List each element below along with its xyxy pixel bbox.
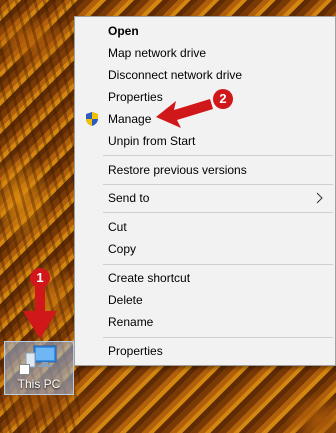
menu-item-label: Manage [108,112,152,126]
menu-item-label: Send to [108,191,150,205]
menu-item-manage[interactable]: Manage [75,108,335,130]
step-badge-1: 1 [30,268,50,288]
menu-item-label: Create shortcut [108,271,191,285]
menu-item-cut[interactable]: Cut [75,216,335,238]
desktop-icon-this-pc[interactable]: This PC [4,341,74,395]
menu-item-label: Disconnect network drive [108,68,243,82]
menu-item-unpin-from-start[interactable]: Unpin from Start [75,130,335,152]
menu-separator [103,264,333,265]
menu-item-create-shortcut[interactable]: Create shortcut [75,267,335,289]
step-badge-2: 2 [213,89,233,109]
menu-item-label: Map network drive [108,46,207,60]
menu-item-restore-previous-versions[interactable]: Restore previous versions [75,159,335,181]
menu-item-open[interactable]: Open [75,20,335,42]
desktop-icon-label: This PC [17,377,61,391]
menu-item-label: Copy [108,242,137,256]
menu-item-label: Properties [108,344,163,358]
context-menu: Open Map network drive Disconnect networ… [74,16,336,366]
menu-separator [103,155,333,156]
menu-separator [103,184,333,185]
menu-item-copy[interactable]: Copy [75,238,335,260]
menu-item-label: Delete [108,293,143,307]
menu-item-label: Unpin from Start [108,134,196,148]
menu-item-delete[interactable]: Delete [75,289,335,311]
menu-item-properties[interactable]: Properties [75,340,335,362]
menu-item-rename[interactable]: Rename [75,311,335,333]
chevron-right-icon [316,192,323,204]
menu-item-disconnect-network-drive[interactable]: Disconnect network drive [75,64,335,86]
menu-item-label: Restore previous versions [108,163,247,177]
menu-separator [103,212,333,213]
shortcut-arrow-icon [19,364,30,375]
menu-item-properties-top[interactable]: Properties [75,86,335,108]
menu-item-send-to[interactable]: Send to [75,187,335,209]
menu-separator [103,337,333,338]
menu-item-label: Open [108,24,139,38]
menu-item-label: Cut [108,220,127,234]
menu-item-label: Properties [108,90,163,104]
menu-item-map-network-drive[interactable]: Map network drive [75,42,335,64]
menu-item-label: Rename [108,315,154,329]
uac-shield-icon [86,112,98,126]
